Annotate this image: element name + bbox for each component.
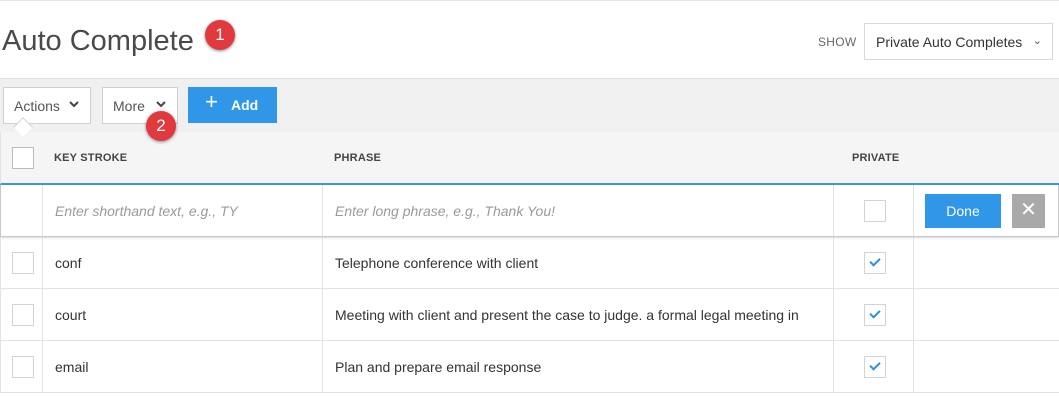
keystroke-header[interactable]: KEY STROKE bbox=[54, 152, 127, 164]
chevron-down-icon bbox=[156, 101, 166, 108]
page-header: Auto Complete 1 SHOW Private Auto Comple… bbox=[0, 0, 1059, 78]
page-title: Auto Complete bbox=[2, 25, 194, 57]
show-label: SHOW bbox=[818, 35, 857, 49]
chevron-down-icon bbox=[69, 101, 79, 108]
callout-badge-1: 1 bbox=[205, 20, 235, 50]
add-label: Add bbox=[231, 97, 259, 113]
table-row: court Meeting with client and present th… bbox=[0, 289, 1059, 341]
actions-button[interactable]: Actions bbox=[3, 87, 91, 124]
keystroke-cell: court bbox=[55, 307, 87, 323]
phrase-cell: Meeting with client and present the case… bbox=[335, 307, 799, 323]
check-icon bbox=[869, 359, 881, 371]
keystroke-placeholder: Enter shorthand text, e.g., TY bbox=[55, 203, 238, 219]
private-checkbox[interactable] bbox=[864, 304, 886, 326]
close-icon[interactable]: ✕ bbox=[1012, 194, 1045, 228]
add-button[interactable]: + Add bbox=[188, 87, 277, 123]
table-row: email Plan and prepare email response bbox=[0, 341, 1059, 393]
new-entry-row: Enter shorthand text, e.g., TY Enter lon… bbox=[0, 185, 1059, 237]
callout-badge-2: 2 bbox=[146, 111, 176, 141]
auto-complete-table: KEY STROKE PHRASE PRIVATE Enter shorthan… bbox=[0, 132, 1059, 393]
actions-label: Actions bbox=[14, 98, 60, 114]
keystroke-cell: conf bbox=[55, 255, 82, 271]
show-filter-value: Private Auto Completes bbox=[876, 34, 1023, 50]
phrase-cell: Plan and prepare email response bbox=[335, 359, 542, 375]
keystroke-cell: email bbox=[55, 359, 89, 375]
phrase-placeholder: Enter long phrase, e.g., Thank You! bbox=[335, 203, 556, 219]
row-checkbox[interactable] bbox=[12, 356, 34, 378]
check-icon bbox=[869, 255, 881, 267]
phrase-cell: Telephone conference with client bbox=[335, 255, 539, 271]
phrase-input[interactable]: Enter long phrase, e.g., Thank You! bbox=[323, 185, 834, 236]
done-button[interactable]: Done bbox=[925, 194, 1001, 228]
row-checkbox[interactable] bbox=[12, 252, 34, 274]
new-private-checkbox[interactable] bbox=[864, 200, 886, 222]
table-row: conf Telephone conference with client bbox=[0, 237, 1059, 289]
show-filter-dropdown[interactable]: Private Auto Completes ⌄ bbox=[864, 23, 1053, 60]
private-checkbox[interactable] bbox=[864, 252, 886, 274]
chevron-down-icon: ⌄ bbox=[1032, 35, 1042, 47]
keystroke-input[interactable]: Enter shorthand text, e.g., TY bbox=[43, 185, 323, 236]
private-header[interactable]: PRIVATE bbox=[852, 152, 899, 164]
check-icon bbox=[869, 307, 881, 319]
select-all-checkbox[interactable] bbox=[12, 147, 34, 169]
phrase-header[interactable]: PHRASE bbox=[334, 152, 381, 164]
plus-icon: + bbox=[205, 89, 218, 114]
more-label: More bbox=[113, 98, 145, 114]
private-checkbox[interactable] bbox=[864, 356, 886, 378]
row-checkbox[interactable] bbox=[12, 304, 34, 326]
